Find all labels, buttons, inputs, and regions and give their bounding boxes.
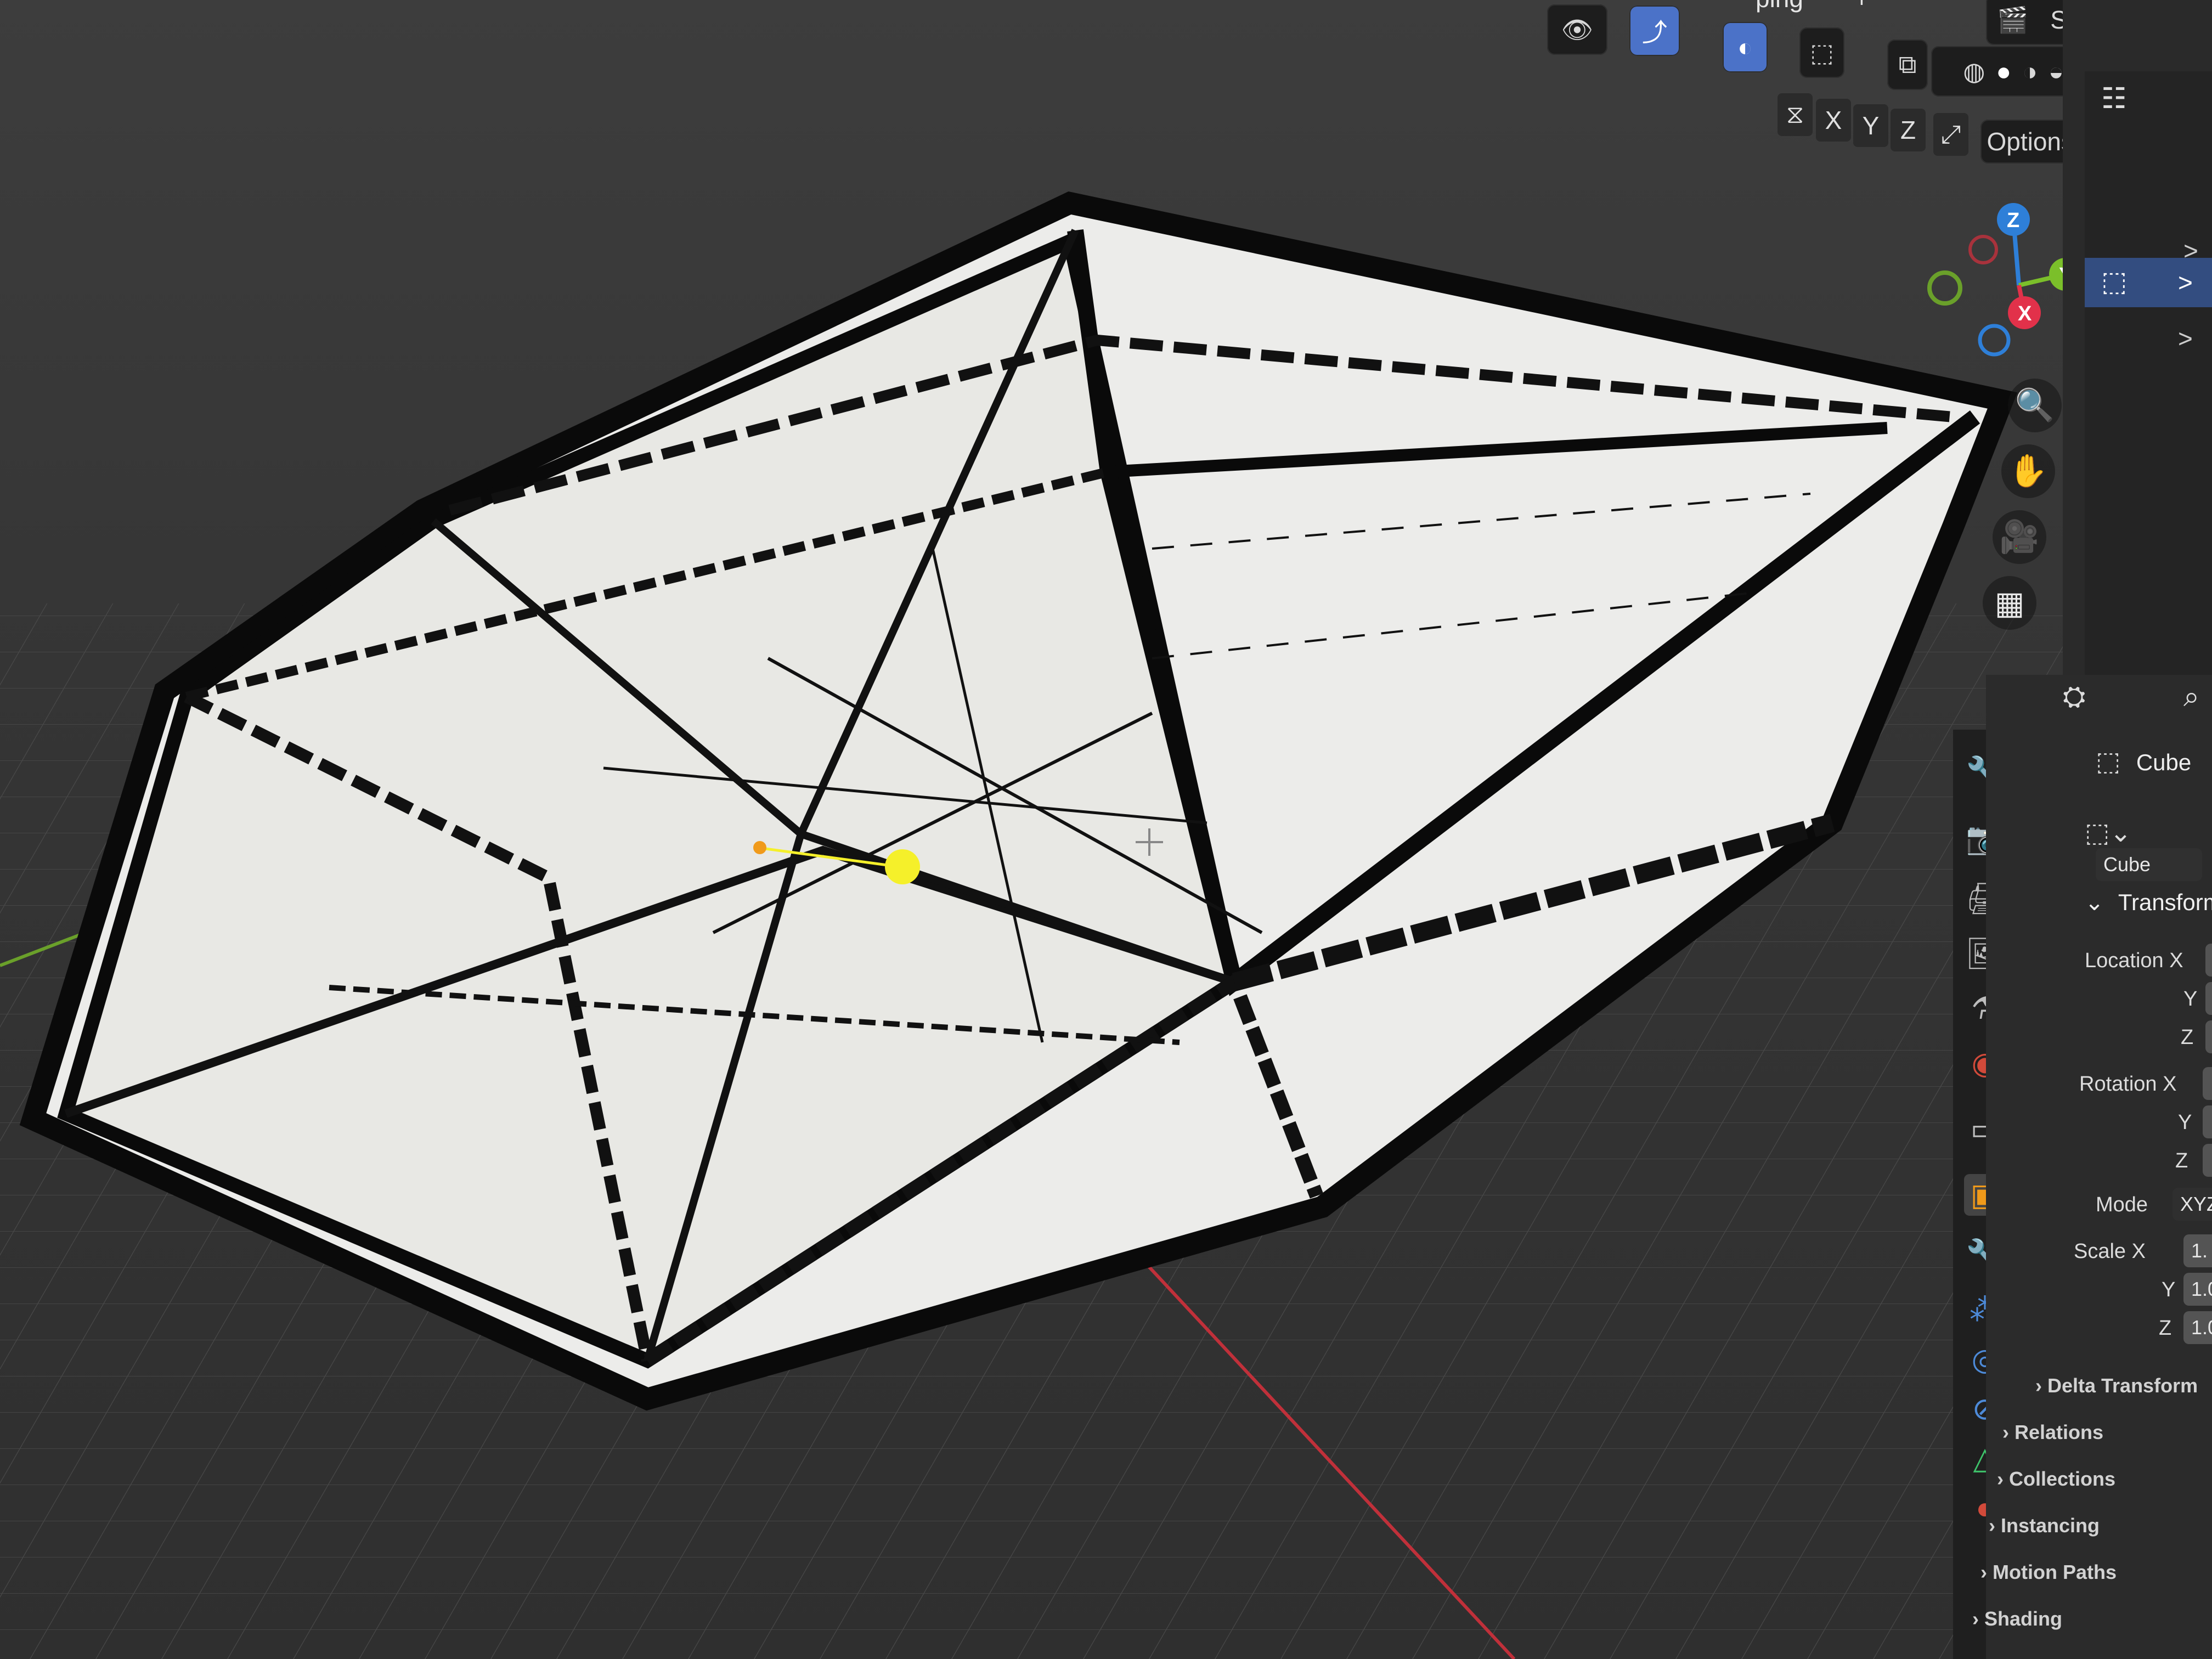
chevron-down-icon: ⌄ [2085, 889, 2104, 915]
pivot-icon[interactable]: ⤢ [1933, 113, 1968, 156]
rotation-z-label: Z [2175, 1149, 2188, 1172]
rotation-x-label: Rotation X [2079, 1073, 2177, 1096]
object-data-row: ⬚⌄ Cube [2085, 817, 2212, 881]
relations-label: Relations [2015, 1421, 2104, 1443]
transform-panel-title: Transform [2118, 889, 2212, 915]
transform-panel-header[interactable]: ⌄ Transform [2085, 889, 2212, 916]
location-z-field[interactable] [2205, 1020, 2212, 1053]
search-icon[interactable]: ⌕ [2183, 680, 2199, 714]
collections-panel[interactable]: › Collections [1997, 1468, 2115, 1491]
rotation-mode-dropdown[interactable]: XYZ [2172, 1188, 2212, 1221]
scene-label: Scene [2050, 5, 2063, 34]
object-data-icon[interactable]: ⬚⌄ [2085, 819, 2132, 848]
object-icon: ⬚ [2096, 747, 2121, 776]
solid-shading-icon[interactable]: ● [1996, 57, 2011, 86]
material-shading-icon[interactable]: ◑ [2022, 57, 2038, 86]
rotation-y-label: Y [2178, 1111, 2192, 1134]
outliner-panel: ☷ > ⬚ > > [2085, 71, 2212, 675]
instancing-label: Instancing [2001, 1514, 2100, 1537]
shading-label: Shading [1984, 1607, 2062, 1630]
outliner-row[interactable]: > [2178, 324, 2193, 353]
object-name-row: ⬚ Cube [2096, 746, 2191, 777]
navigation-gizmo[interactable]: Z Y X [1909, 198, 2063, 379]
visibility-toggle-icon[interactable]: 👁 [1547, 4, 1607, 55]
mirror-y-button[interactable]: Y [1853, 104, 1888, 147]
gizmo-neg-x-circle [1968, 235, 1998, 264]
gizmo-neg-y-circle [1927, 270, 1962, 306]
camera-icon[interactable]: 🎥 [1993, 510, 2046, 564]
mirror-z-button[interactable]: Z [1891, 109, 1926, 151]
shading-mode-group: ◍ ● ◑ ◒ [1931, 46, 2063, 97]
outliner-filter-icon[interactable]: ☷ [2101, 82, 2127, 115]
viewport-header: ping + 👁 ⤴ ◐ ⬚ ⧉ ◍ ● ◑ ◒ 🎬 Scene [1525, 0, 2063, 97]
options-label: Options [1987, 127, 2063, 156]
snap-toggle-icon[interactable]: ⬚ [1799, 27, 1844, 78]
viewport-canvas[interactable] [0, 0, 2063, 1659]
properties-editor: ⛭ ⌕ ⬚ Cube ⬚⌄ Cube ⌄ Transform Location … [1972, 675, 2212, 1659]
scale-x-label: Scale X [2074, 1240, 2146, 1263]
3d-viewport[interactable]: ping + 👁 ⤴ ◐ ⬚ ⧉ ◍ ● ◑ ◒ 🎬 Scene ⧖ X Y Z… [0, 0, 2063, 1659]
delta-transform-panel[interactable]: › Delta Transform [2035, 1374, 2198, 1397]
mirror-icon[interactable]: ⧖ [1778, 93, 1813, 136]
zoom-icon[interactable]: 🔍 [2008, 379, 2062, 432]
scale-x-field[interactable]: 1. [2183, 1234, 2212, 1267]
location-x-field[interactable] [2205, 944, 2212, 977]
wireframe-shading-icon[interactable]: ◍ [1963, 57, 1985, 86]
location-y-label: Y [2183, 988, 2198, 1011]
location-y-field[interactable] [2205, 982, 2212, 1015]
instancing-panel[interactable]: › Instancing [1989, 1514, 2100, 1537]
light-object [885, 849, 920, 884]
grid-view-icon[interactable]: ▦ [1983, 576, 2036, 630]
object-data-name-field[interactable]: Cube [2096, 848, 2202, 881]
mirror-x-button[interactable]: X [1816, 99, 1851, 142]
object-name[interactable]: Cube [2136, 749, 2191, 775]
workspace-tab-fragment[interactable]: ping [1756, 0, 1803, 13]
motion-paths-panel[interactable]: › Motion Paths [1980, 1561, 2117, 1584]
collections-label: Collections [2009, 1468, 2116, 1490]
gizmo-toggle-icon[interactable]: ⤴ [1629, 5, 1680, 56]
rotation-x-field[interactable] [2203, 1067, 2212, 1100]
scale-z-field[interactable]: 1.0 [2183, 1311, 2212, 1344]
gizmo-y-label: Y [2059, 264, 2063, 287]
scene-selector[interactable]: 🎬 Scene [1986, 0, 2063, 45]
gizmo-svg[interactable]: Z Y X [1909, 198, 2063, 379]
delta-transform-label: Delta Transform [2047, 1374, 2198, 1397]
hand-pan-icon[interactable]: ✋ [2001, 444, 2055, 498]
object-icon: ⬚ [2101, 266, 2128, 297]
xray-toggle-icon[interactable]: ⧉ [1887, 40, 1928, 90]
overlay-toggle-icon[interactable]: ◐ [1723, 22, 1768, 72]
outliner-row-chevron: > [2178, 268, 2193, 297]
rotation-y-field[interactable] [2203, 1105, 2212, 1138]
gizmo-x-label: X [2018, 302, 2032, 325]
add-workspace-button[interactable]: + [1854, 0, 1869, 13]
scale-y-field[interactable]: 1.0 [2183, 1273, 2212, 1306]
location-z-label: Z [2181, 1026, 2194, 1049]
location-x-label: Location X [2085, 949, 2183, 972]
scene-icon: 🎬 [1997, 5, 2029, 34]
rotation-z-field[interactable] [2203, 1144, 2212, 1177]
rotation-mode-label: Mode [2096, 1193, 2148, 1216]
motion-paths-label: Motion Paths [1993, 1561, 2117, 1583]
outliner-row-selected[interactable]: ⬚ > [2085, 258, 2212, 307]
object-origin-dot [753, 841, 766, 854]
shading-panel[interactable]: › Shading [1972, 1607, 2062, 1630]
editor-type-icon[interactable]: ⛭ [2063, 680, 2086, 714]
gizmo-z-label: Z [2007, 209, 2019, 232]
gizmo-neg-z-circle [1978, 324, 2011, 357]
scale-y-label: Y [2162, 1278, 2176, 1301]
relations-panel[interactable]: › Relations [2002, 1421, 2103, 1444]
rendered-shading-icon[interactable]: ◒ [2049, 57, 2063, 86]
options-dropdown[interactable]: Options ⌄ [1980, 120, 2063, 163]
scale-z-label: Z [2159, 1317, 2172, 1340]
